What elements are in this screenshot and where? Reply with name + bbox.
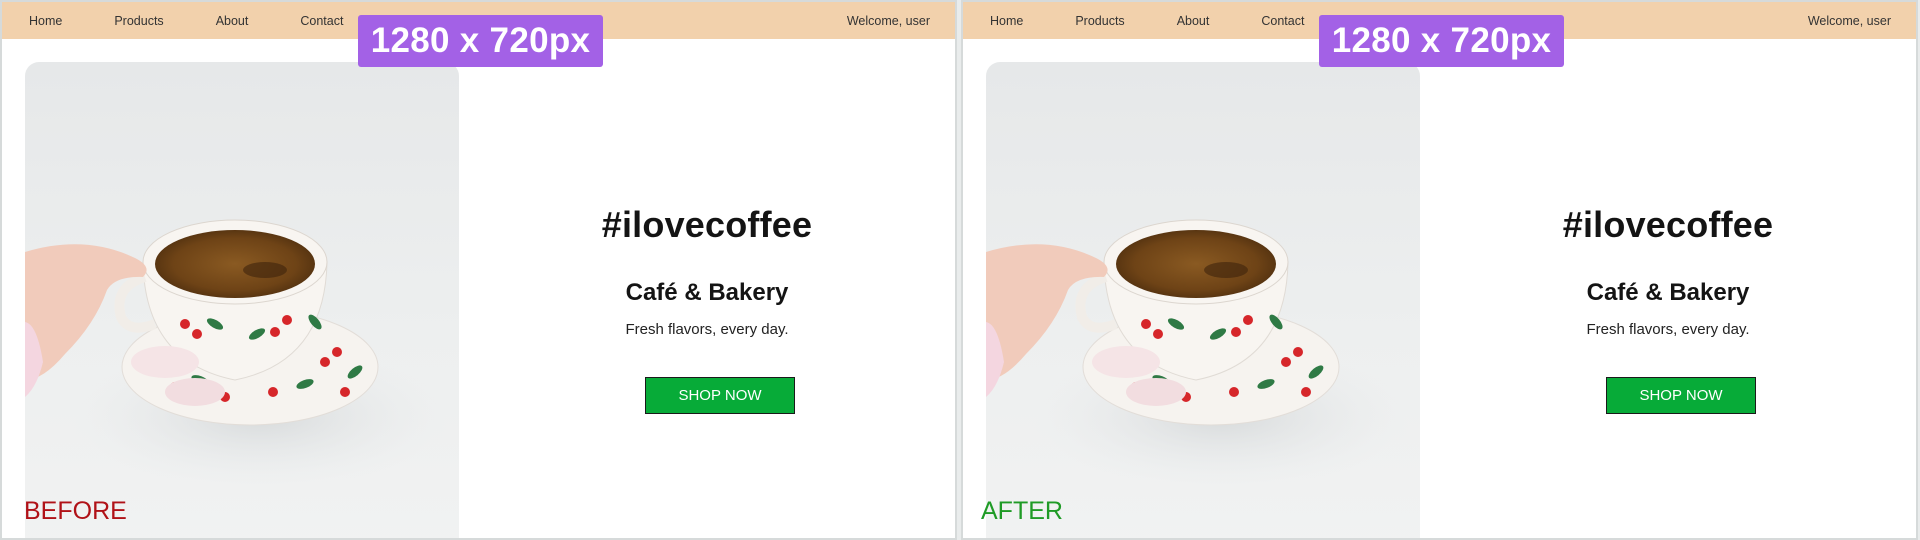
nav-contact-link[interactable]: Contact	[1261, 14, 1304, 28]
shop-title: Café & Bakery	[625, 279, 789, 306]
shop-now-button[interactable]: SHOP NOW	[645, 377, 795, 414]
hashtag-heading: #ilovecoffee	[601, 204, 813, 245]
nav-home-link[interactable]: Home	[29, 14, 62, 28]
tagline: Fresh flavors, every day.	[625, 321, 789, 338]
coffee-cup-illustration	[25, 219, 450, 487]
nav-about-link[interactable]: About	[216, 14, 249, 28]
shop-title: Café & Bakery	[1586, 279, 1750, 306]
hero-coffee-image	[25, 62, 459, 538]
nav-home-link[interactable]: Home	[990, 14, 1023, 28]
nav-products-link[interactable]: Products	[1075, 14, 1124, 28]
hero-coffee-image	[986, 62, 1420, 538]
nav-products-link[interactable]: Products	[114, 14, 163, 28]
nav-contact-link[interactable]: Contact	[300, 14, 343, 28]
hashtag-heading: #ilovecoffee	[1562, 204, 1774, 245]
hero-text-block: #ilovecoffee Café & Bakery Fresh flavors…	[459, 2, 955, 538]
tagline: Fresh flavors, every day.	[1586, 321, 1750, 338]
nav-about-link[interactable]: About	[1177, 14, 1210, 28]
size-badge: 1280 x 720px	[358, 15, 603, 67]
hero-text-block: #ilovecoffee Café & Bakery Fresh flavors…	[1420, 2, 1916, 538]
after-label: AFTER	[981, 497, 1063, 525]
before-panel: Home Products About Contact Welcome, use…	[0, 0, 957, 540]
after-panel: Home Products About Contact Welcome, use…	[961, 0, 1918, 540]
size-badge: 1280 x 720px	[1319, 15, 1564, 67]
before-label: BEFORE	[24, 497, 127, 525]
coffee-cup-illustration	[986, 219, 1411, 487]
shop-now-button[interactable]: SHOP NOW	[1606, 377, 1756, 414]
